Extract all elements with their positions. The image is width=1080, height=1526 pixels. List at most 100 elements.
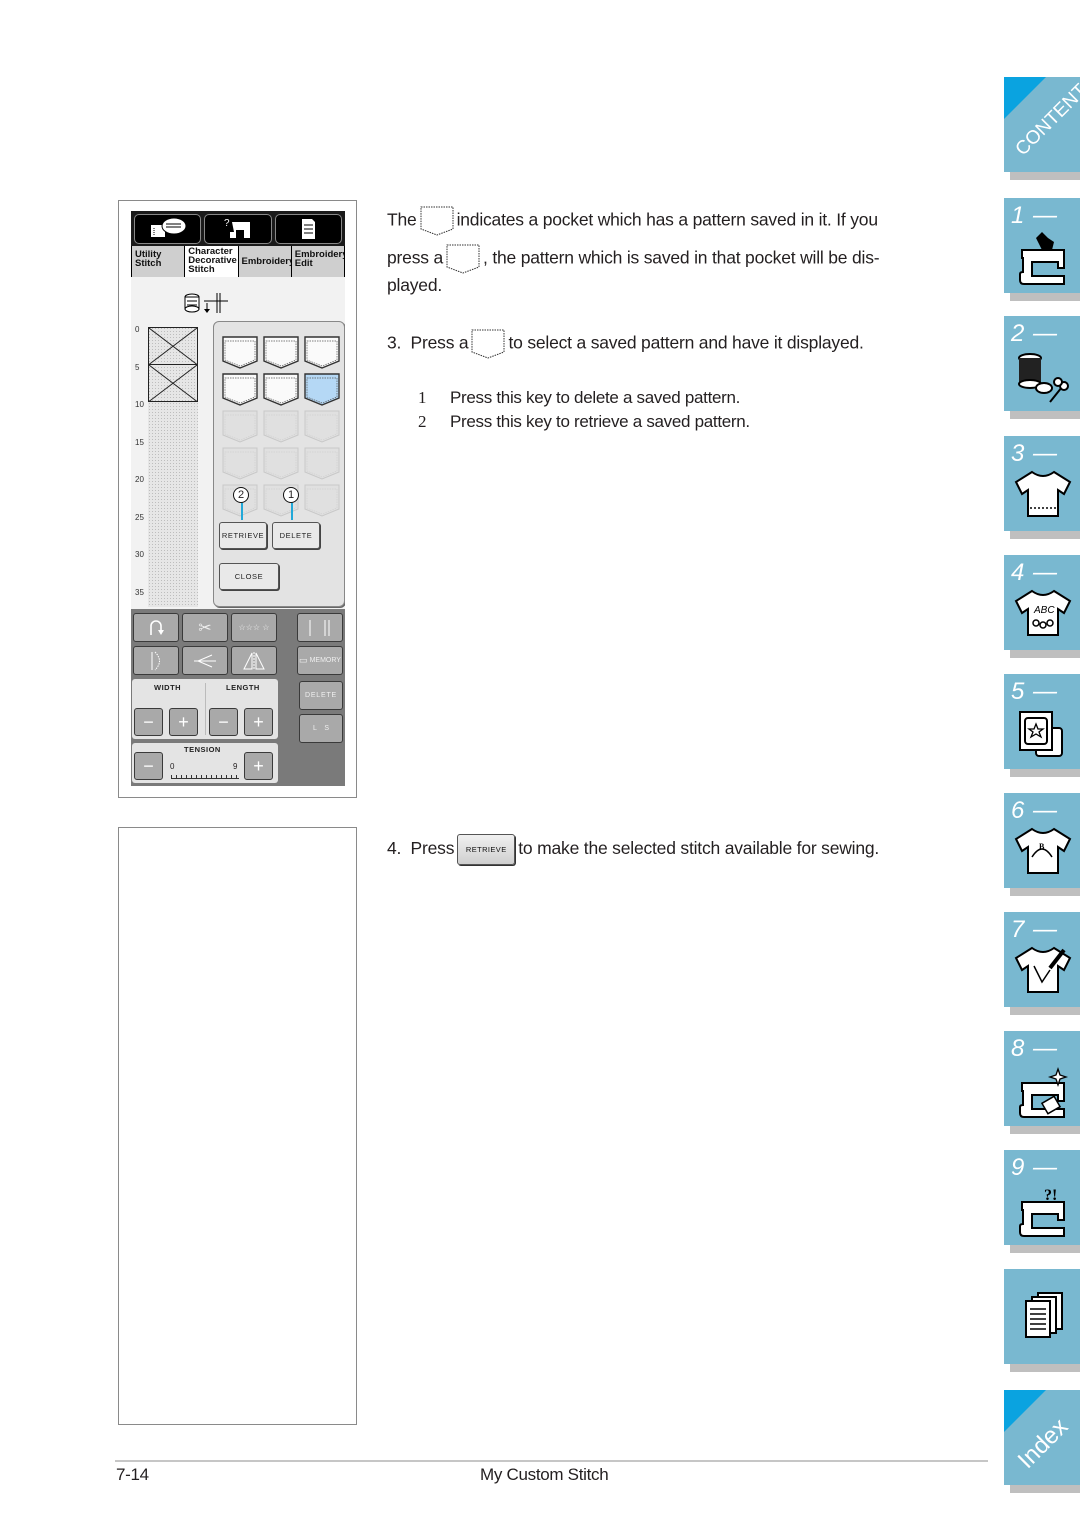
step-number: 4. (387, 838, 402, 859)
mirror-vertical-button[interactable] (231, 646, 277, 675)
side-tab-chapter-1[interactable]: 1 — (1004, 198, 1080, 301)
side-tab-contents[interactable]: CONTENTS (1004, 71, 1080, 180)
screen-figure-placeholder (118, 827, 357, 1425)
step-text: Press a (410, 332, 469, 353)
callout-retrieve: 2 (233, 487, 249, 503)
documents-icon (1025, 1292, 1063, 1338)
ruler-tick: 25 (135, 512, 144, 522)
side-tab-chapter-7[interactable]: 7 — (1004, 912, 1080, 1015)
memory-pocket-window: 2 1 RETRIEVE DELETE CLOSE (213, 321, 345, 607)
tab-shadow (1010, 531, 1080, 539)
svg-text:?: ? (224, 218, 230, 229)
stitch-book-button[interactable] (134, 214, 202, 244)
memory-pocket-saved[interactable] (263, 373, 299, 407)
ruler-tick: 15 (135, 437, 144, 447)
step-4: 4. Press RETRIEVE to make the selected sti… (387, 834, 879, 865)
tension-label: TENSION (184, 745, 221, 754)
pocket-icon (263, 373, 299, 406)
pocket-icon (304, 484, 340, 517)
tab-shadow (1010, 172, 1080, 180)
pocket-icon (222, 410, 258, 443)
memory-pocket-saved[interactable] (263, 336, 299, 370)
tension-plus-button[interactable]: + (244, 752, 273, 780)
thread-cutter-button[interactable]: ✂ (182, 613, 228, 642)
tab-corner (1004, 77, 1046, 119)
memory-pocket-saved[interactable] (222, 336, 258, 370)
width-plus-button[interactable]: + (169, 708, 198, 736)
sewing-machine-maintenance-icon (1019, 1066, 1069, 1118)
memory-pocket-empty (263, 447, 299, 481)
tension-minus-button[interactable]: − (134, 752, 163, 780)
side-tab-chapter-6[interactable]: 6 — B (1004, 793, 1080, 896)
mirror-horizontal-button[interactable] (182, 646, 228, 675)
tab-embroidery[interactable]: Embroidery (238, 246, 291, 277)
thread-spool-scissors-icon (1018, 353, 1069, 403)
intro-text: , the pattern which is saved in that poc… (483, 247, 880, 268)
width-length-panel: WIDTH LENGTH − + − + (132, 679, 278, 739)
memory-delete-button[interactable]: DELETE (299, 681, 343, 710)
ruler-tick: 0 (135, 325, 140, 334)
tab-character-decorative-stitch[interactable]: Character Decorative Stitch (185, 246, 238, 277)
side-tab-index[interactable]: Index (1004, 1390, 1080, 1493)
step-text: to select a saved pattern and have it di… (508, 332, 864, 353)
note-text: Press this key to delete a saved pattern… (450, 388, 741, 407)
size-ls-button[interactable]: L S (299, 714, 343, 743)
memory-pocket-selected[interactable] (304, 373, 340, 407)
elongation-button[interactable] (133, 646, 179, 675)
svg-text:?!: ?! (1044, 1187, 1057, 1204)
abc-text: ABC (1033, 605, 1055, 616)
needle-mode-button[interactable] (297, 613, 343, 642)
side-tab-chapter-5[interactable]: 5 — (1004, 674, 1080, 777)
intro-text: The (387, 209, 417, 230)
step-number: 3. (387, 332, 402, 353)
pocket-icon (263, 336, 299, 369)
length-plus-button[interactable]: + (244, 708, 273, 736)
reverse-stitch-button[interactable] (133, 613, 179, 642)
pocket-icon (446, 244, 480, 274)
length-label: LENGTH (226, 683, 260, 692)
length-minus-button[interactable]: − (209, 708, 238, 736)
retrieve-button[interactable]: RETRIEVE (219, 522, 267, 549)
side-tab-appendix[interactable] (1004, 1269, 1080, 1372)
side-tab-chapter-2[interactable]: 2 — (1004, 316, 1080, 419)
tab-label-line: Embroidery (241, 256, 291, 267)
shirt-arc-letters-icon: B (1014, 827, 1072, 874)
intro-line-2: press a , the pattern which is saved in t… (387, 243, 880, 275)
stitch-preview-area (148, 327, 198, 607)
settings-button[interactable] (274, 214, 342, 244)
shirt-icon (1014, 470, 1072, 517)
intro-text: indicates a pocket which has a pattern s… (456, 209, 878, 230)
scissors-icon: ✂ (198, 619, 212, 637)
tab-shadow (1010, 1485, 1080, 1493)
memory-pocket-saved[interactable] (304, 336, 340, 370)
help-button[interactable]: ? (204, 214, 272, 244)
stars-icon: ☆☆☆ ☆ (238, 623, 270, 632)
ruler-tick: 20 (135, 475, 144, 484)
intro-line-1: The indicates a pocket which has a patter… (387, 205, 878, 237)
side-tab-chapter-4[interactable]: 4 — ABC (1004, 555, 1080, 658)
side-tab-chapter-9[interactable]: 9 — ?! (1004, 1150, 1080, 1253)
pocket-icon (222, 373, 258, 406)
memory-button[interactable]: ▭ MEMORY (297, 646, 343, 675)
width-minus-button[interactable]: − (134, 708, 163, 736)
close-button[interactable]: CLOSE (219, 563, 279, 590)
width-label: WIDTH (154, 683, 182, 692)
pattern-repeat-button[interactable]: ☆☆☆ ☆ (231, 613, 277, 642)
memory-pocket-empty (304, 484, 340, 518)
side-tab-chapter-8[interactable]: 8 — (1004, 1031, 1080, 1134)
side-tab-chapter-3[interactable]: 3 — (1004, 436, 1080, 539)
memory-pocket-empty (304, 447, 340, 481)
delete-button[interactable]: DELETE (272, 522, 320, 549)
tab-shadow (1010, 1007, 1080, 1015)
control-panel: ✂ ☆☆☆ ☆ ▭ MEMORY WIDTH LENGTH − + − + TE… (131, 609, 345, 786)
step-text: Press (410, 838, 455, 859)
tab-shadow (1010, 769, 1080, 777)
memory-pocket-saved[interactable] (222, 373, 258, 407)
tab-utility-stitch[interactable]: Utility Stitch (132, 246, 185, 277)
tab-embroidery-edit[interactable]: Embroidery Edit (291, 246, 344, 277)
tab-shadow (1010, 888, 1080, 896)
memory-pocket-empty (304, 410, 340, 444)
settings-sheet-icon (302, 219, 316, 239)
mode-tabs: Utility Stitch Character Decorative Stit… (131, 246, 345, 277)
memory-label: MEMORY (309, 657, 341, 664)
